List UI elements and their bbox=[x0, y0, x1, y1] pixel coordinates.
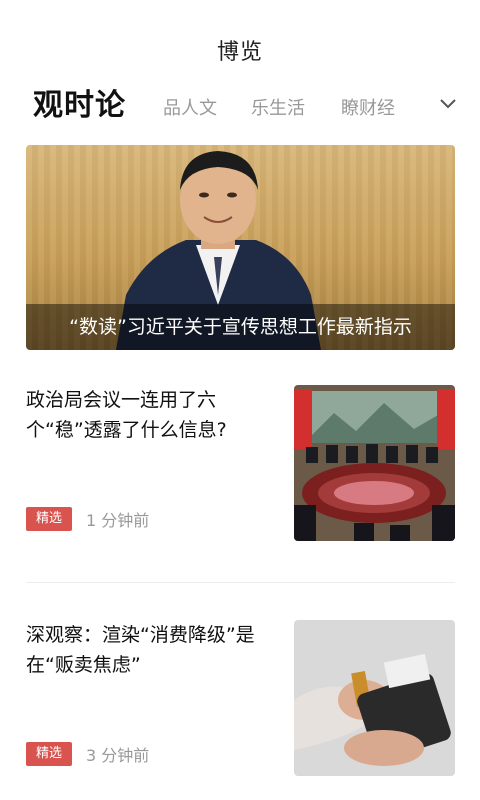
tab-pinrenwen[interactable]: 品人文 bbox=[163, 94, 217, 120]
category-tabs: 观时论 品人文 乐生活 瞭财经 bbox=[0, 80, 480, 130]
divider bbox=[26, 582, 455, 583]
article-meta: 精选 3 分钟前 bbox=[26, 742, 149, 766]
article-item[interactable]: 政治局会议一连用了六个“稳”透露了什么信息? 精选 1 分钟前 bbox=[26, 385, 455, 545]
article-meta: 精选 1 分钟前 bbox=[26, 507, 149, 531]
tab-liaocaijing[interactable]: 瞭财经 bbox=[341, 94, 395, 120]
article-thumbnail bbox=[294, 385, 455, 541]
app-title: 博览 bbox=[216, 40, 263, 65]
hero-banner[interactable]: “数读”习近平关于宣传思想工作最新指示 bbox=[26, 145, 455, 350]
featured-badge: 精选 bbox=[26, 742, 73, 766]
chevron-down-icon[interactable] bbox=[438, 94, 458, 114]
article-thumbnail bbox=[294, 620, 455, 776]
tab-leshenghuo[interactable]: 乐生活 bbox=[251, 94, 305, 120]
tab-guanshilun[interactable]: 观时论 bbox=[33, 80, 126, 124]
featured-badge: 精选 bbox=[26, 507, 73, 531]
article-item[interactable]: 深观察：渲染“消费降级”是在“贩卖焦虑” 精选 3 分钟前 bbox=[26, 620, 455, 780]
article-title: 政治局会议一连用了六个“稳”透露了什么信息? bbox=[26, 389, 227, 441]
article-time: 3 分钟前 bbox=[86, 746, 150, 765]
article-time: 1 分钟前 bbox=[86, 511, 150, 530]
hero-caption: “数读”习近平关于宣传思想工作最新指示 bbox=[26, 304, 455, 350]
article-title: 深观察：渲染“消费降级”是在“贩卖焦虑” bbox=[26, 624, 255, 676]
